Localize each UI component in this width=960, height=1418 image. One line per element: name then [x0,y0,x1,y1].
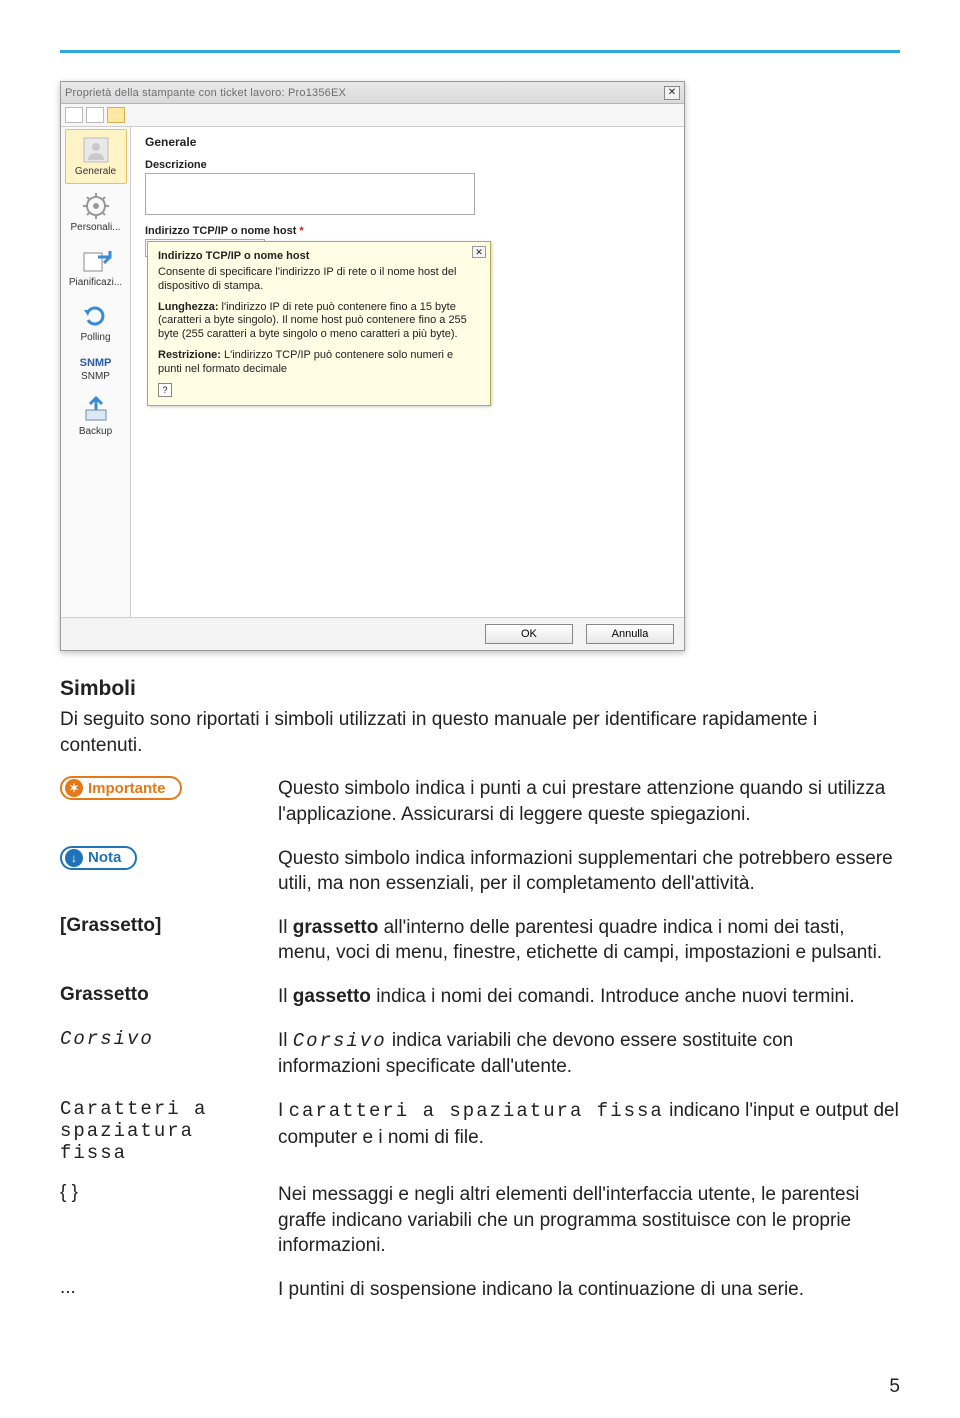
page-number: 5 [889,1376,900,1398]
tooltip-title: Indirizzo TCP/IP o nome host [158,250,480,262]
backup-icon [78,396,114,424]
sidebar-item-label: Personali... [65,222,127,233]
user-icon [78,136,114,164]
symbol-description: Questo simbolo indica informazioni suppl… [278,846,900,897]
main-panel: Generale Descrizione Indirizzo TCP/IP o … [131,127,684,617]
toolstrip-button[interactable] [86,107,104,123]
close-icon[interactable]: ✕ [664,86,680,100]
symbol-bracket-bold: [Grassetto] [60,915,260,966]
symbols-table: ✶ Importante Questo simbolo indica i pun… [60,776,900,1302]
tooltip-paragraph: Lunghezza: l'indirizzo IP di rete può co… [158,301,480,342]
star-icon: ✶ [65,779,83,797]
sidebar-item-label: Generale [66,166,126,177]
badge-label: Nota [88,849,121,866]
toolstrip-button[interactable] [107,107,125,123]
ok-button[interactable]: OK [485,624,573,644]
symbol-description: I caratteri a spaziatura fissa indicano … [278,1098,900,1164]
section-heading: Simboli [60,677,900,701]
cancel-button[interactable]: Annulla [586,624,674,644]
sidebar-item-personali[interactable]: Personali... [65,186,127,239]
host-label: Indirizzo TCP/IP o nome host * [145,225,670,237]
gear-icon [78,192,114,220]
sidebar-item-label: Backup [65,426,127,437]
snmp-icon: SNMP [78,357,114,369]
symbol-description: Il gassetto indica i nomi dei comandi. I… [278,984,900,1010]
symbol-description: Il Corsivo indica variabili che devono e… [278,1028,900,1080]
tooltip-popup: ✕ Indirizzo TCP/IP o nome host Consente … [147,241,491,406]
symbol-description: I puntini di sospensione indicano la con… [278,1277,900,1303]
symbol-braces: { } [60,1182,260,1259]
symbol-description: Il grassetto all'interno delle parentesi… [278,915,900,966]
symbol-italic: Corsivo [60,1028,260,1080]
panel-heading: Generale [145,135,670,149]
host-label-text: Indirizzo TCP/IP o nome host [145,225,296,237]
refresh-icon [78,302,114,330]
tooltip-paragraph: Consente di specificare l'indirizzo IP d… [158,266,480,294]
sidebar-item-label: Polling [65,332,127,343]
symbol-dots: ... [60,1277,260,1303]
description-label: Descrizione [145,159,670,171]
intro-paragraph: Di seguito sono riportati i simboli util… [60,707,900,758]
badge-label: Importante [88,780,166,797]
sidebar-item-label: Pianificazi... [65,277,127,288]
symbol-important: ✶ Importante [60,776,260,827]
tooltip-paragraph: Restrizione: L'indirizzo TCP/IP può cont… [158,349,480,377]
symbol-fixed: Caratteri a spaziatura fissa [60,1098,260,1164]
important-badge: ✶ Importante [60,776,182,800]
symbol-nota: ↓ Nota [60,846,260,897]
sidebar-item-backup[interactable]: Backup [65,390,127,443]
symbol-description: Questo simbolo indica i punti a cui pres… [278,776,900,827]
symbol-description: Nei messaggi e negli altri elementi dell… [278,1182,900,1259]
nota-badge: ↓ Nota [60,846,137,870]
sidebar-item-generale[interactable]: Generale [65,129,127,184]
printer-properties-dialog: Proprietà della stampante con ticket lav… [60,81,685,651]
titlebar: Proprietà della stampante con ticket lav… [61,82,684,104]
sidebar-item-polling[interactable]: Polling [65,296,127,349]
symbol-bold: Grassetto [60,984,260,1010]
required-mark: * [299,225,303,237]
sidebar-item-snmp[interactable]: SNMP SNMP [65,351,127,388]
sidebar-item-pianificazi[interactable]: Pianificazi... [65,241,127,294]
sidebar-item-label: SNMP [65,371,127,382]
export-icon [78,247,114,275]
arrow-down-icon: ↓ [65,849,83,867]
toolstrip [61,104,684,127]
description-input[interactable] [145,173,475,215]
dialog-footer: OK Annulla [61,617,684,650]
close-icon[interactable]: ✕ [472,246,486,258]
help-icon[interactable]: ? [158,383,172,397]
sidebar: Generale Personali... Pianificazi... Pol… [61,127,131,617]
window-title: Proprietà della stampante con ticket lav… [65,87,346,99]
toolstrip-button[interactable] [65,107,83,123]
